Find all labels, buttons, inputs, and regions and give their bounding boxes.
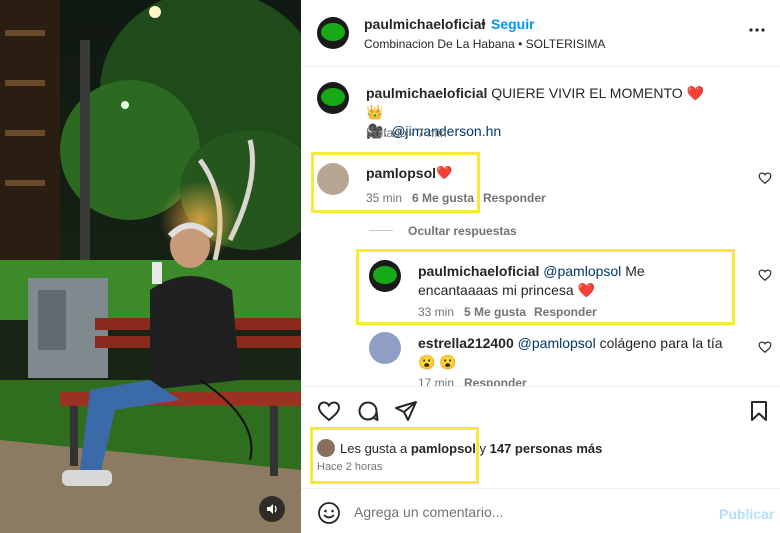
comment-composer: Publicar <box>301 488 780 533</box>
reply-emoji: ❤️ <box>577 282 595 298</box>
reply-like-heart-icon[interactable] <box>758 340 772 354</box>
likes-user[interactable]: pamlopsol <box>411 441 476 456</box>
reply-mention[interactable]: @pamlopsol <box>518 335 596 351</box>
publish-button[interactable]: Publicar <box>719 506 774 522</box>
reply-body: paulmichaeloficial @pamlopsol Me encanta… <box>418 262 728 300</box>
reply-likes[interactable]: 5 Me gusta <box>464 305 526 319</box>
comment-avatar[interactable] <box>317 163 349 195</box>
like-heart-icon[interactable] <box>317 399 341 423</box>
post-time-ago[interactable]: Hace 2 horas <box>317 461 382 473</box>
share-send-icon[interactable] <box>394 399 418 423</box>
comment-author[interactable]: pamlopsol <box>366 165 436 181</box>
likes-prefix: Les gusta a <box>340 441 408 456</box>
post-photo <box>0 0 301 533</box>
caption-avatar[interactable] <box>317 82 349 114</box>
caption-author[interactable]: paulmichaeloficial <box>366 85 487 101</box>
reply-author[interactable]: paulmichaeloficial <box>418 263 539 279</box>
comment-text: ❤️ <box>436 165 453 180</box>
comment-bubble-icon[interactable] <box>356 399 380 423</box>
more-options-button[interactable] <box>747 20 767 40</box>
reply-time: 17 min <box>418 376 455 386</box>
reply-emoji: 😮 😮 <box>418 354 457 370</box>
reply-text: colágeno para la tía <box>599 335 723 351</box>
author-username[interactable]: paulmichaeloficial <box>364 16 485 32</box>
hide-replies-button[interactable]: Ocultar respuestas <box>408 224 517 238</box>
save-bookmark-icon[interactable] <box>747 399 771 423</box>
speaker-icon <box>267 504 277 514</box>
reply-reply-button[interactable]: Responder <box>464 376 527 386</box>
audio-subtitle[interactable]: Combinacion De La Habana • SOLTERISIMA <box>364 37 605 51</box>
reply-avatar[interactable] <box>369 332 401 364</box>
more-options-icon <box>749 28 765 32</box>
liker-avatar[interactable] <box>317 439 335 457</box>
comment-reply-button[interactable]: Responder <box>483 191 546 205</box>
separator-dot: • <box>481 15 486 31</box>
post-header: paulmichaeloficial • Seguir Combinacion … <box>301 0 780 67</box>
reply-mention[interactable]: @pamlopsol <box>543 263 621 279</box>
comments-section: paulmichaeloficial QUIERE VIVIR EL MOMEN… <box>301 68 780 386</box>
audio-toggle-button[interactable] <box>259 496 285 522</box>
post-photo-image <box>0 0 301 533</box>
emoji-icon[interactable] <box>317 501 341 525</box>
reply-reply-button[interactable]: Responder <box>534 305 597 319</box>
reply-time: 33 min <box>418 305 455 319</box>
post-panel: paulmichaeloficial • Seguir Combinacion … <box>301 0 780 533</box>
likes-joiner: y <box>479 441 486 456</box>
reply-like-heart-icon[interactable] <box>758 268 772 282</box>
reply-avatar[interactable] <box>369 260 401 292</box>
comment-likes[interactable]: 6 Me gusta <box>412 191 474 205</box>
comment-like-heart-icon[interactable] <box>758 171 772 185</box>
caption-meta: Editado · 7 min <box>366 126 447 140</box>
comment-input[interactable] <box>354 499 694 525</box>
likes-summary[interactable]: Les gusta a pamlopsol y 147 personas más <box>340 441 602 456</box>
replies-divider <box>369 230 393 231</box>
comment-time: 35 min <box>366 191 403 205</box>
caption-text: QUIERE VIVIR EL MOMENTO <box>491 85 683 101</box>
reply-author[interactable]: estrella212400 <box>418 335 514 351</box>
follow-button[interactable]: Seguir <box>491 16 535 32</box>
likes-others[interactable]: 147 personas más <box>490 441 603 456</box>
reply-body: estrella212400 @pamlopsol colágeno para … <box>418 334 738 372</box>
author-avatar[interactable] <box>317 17 349 49</box>
